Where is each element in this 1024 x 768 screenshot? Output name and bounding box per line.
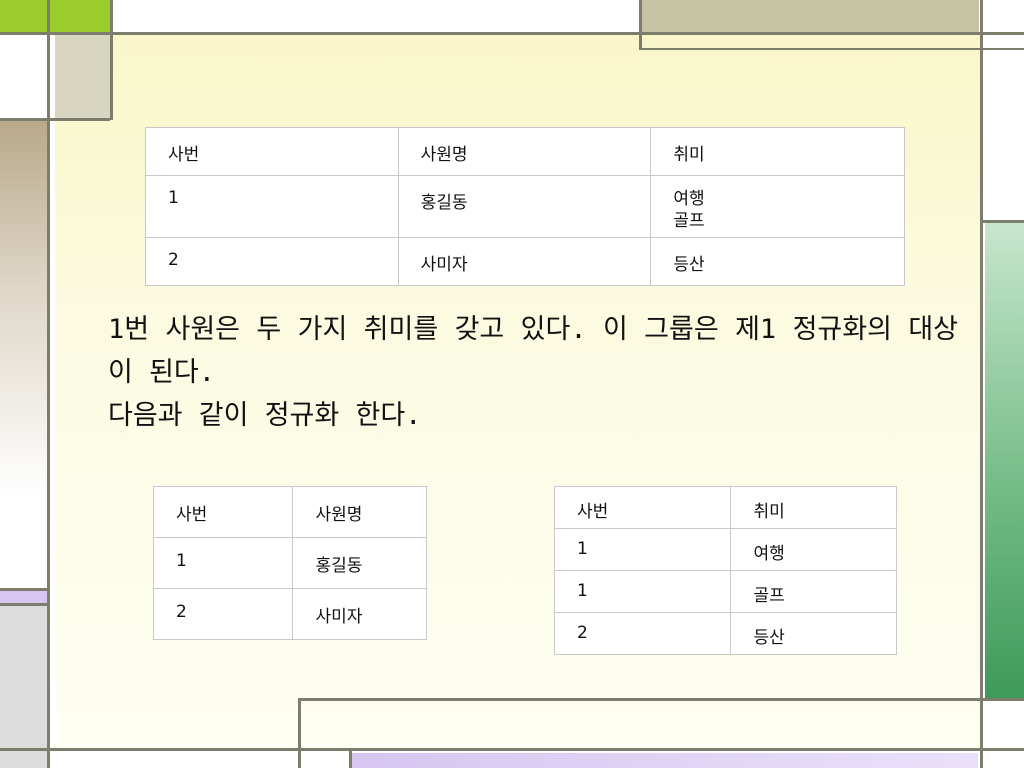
employee-table: 사번 사원명 1 홍길동 2 사미자 xyxy=(152,486,427,640)
table-cell: 1 xyxy=(553,570,732,613)
table-row: 1 홍길동 여행 골프 xyxy=(145,175,905,238)
frame-line-top xyxy=(0,32,1024,35)
header-cell: 사번 xyxy=(145,127,399,176)
header-cell: 사번 xyxy=(152,486,294,538)
table-cell: 2 xyxy=(145,237,399,286)
header-cell: 사원명 xyxy=(292,486,427,538)
paragraph-normalization-note: 1번 사원은 두 가지 취미를 갖고 있다. 이 그룹은 제1 정규화의 대상이… xyxy=(108,314,958,388)
bottom-lavender-bar xyxy=(352,753,978,768)
table-row: 1 홍길동 xyxy=(152,537,427,589)
table-header-row: 사번 사원명 취미 xyxy=(145,127,905,176)
table-row: 1 여행 xyxy=(553,528,897,571)
header-cell: 사원명 xyxy=(397,127,652,176)
frame-line-bottom-left xyxy=(298,698,301,768)
frame-line-right-mid xyxy=(980,220,1024,223)
frame-line-left-b xyxy=(0,588,50,591)
top-olive-block xyxy=(641,0,979,32)
table-row: 2 등산 xyxy=(553,612,897,655)
frame-line-right xyxy=(980,0,983,768)
header-cell: 사번 xyxy=(553,486,732,529)
left-olive-block xyxy=(55,35,110,118)
table-row: 1 골프 xyxy=(553,570,897,613)
frame-line-bottom xyxy=(0,748,1024,751)
table-cell: 골프 xyxy=(730,570,897,613)
employee-hobby-table: 사번 사원명 취미 1 홍길동 여행 골프 2 사미자 등산 xyxy=(145,127,905,286)
table-cell: 2 xyxy=(553,612,732,655)
paragraph-normalization-step: 다음과 같이 정규화 한다. xyxy=(108,400,422,431)
right-green-bar xyxy=(985,222,1024,698)
table-row: 2 사미자 xyxy=(152,588,427,640)
table-cell: 홍길동 xyxy=(292,537,427,589)
frame-line-top-olive xyxy=(639,0,642,50)
hobby-table: 사번 취미 1 여행 1 골프 2 등산 xyxy=(553,486,897,655)
frame-line-bottom-mid xyxy=(298,698,1024,701)
table-row: 2 사미자 등산 xyxy=(145,237,905,286)
frame-line-left-c xyxy=(0,603,50,606)
table-cell: 사미자 xyxy=(292,588,427,640)
left-bottom-gray-bar xyxy=(0,604,47,768)
table-cell: 등산 xyxy=(730,612,897,655)
table-cell: 1 xyxy=(145,175,399,238)
frame-line-left-inner xyxy=(110,0,113,120)
table-cell: 여행 골프 xyxy=(650,175,905,238)
header-cell: 취미 xyxy=(730,486,897,529)
table-header-row: 사번 사원명 xyxy=(152,486,427,538)
table-header-row: 사번 취미 xyxy=(553,486,897,529)
table-cell: 여행 xyxy=(730,528,897,571)
frame-line-left xyxy=(47,0,50,768)
frame-line-top-right xyxy=(641,48,1024,50)
table-cell: 1 xyxy=(553,528,732,571)
left-tan-bar xyxy=(0,118,47,590)
table-cell: 1 xyxy=(152,537,294,589)
table-cell: 2 xyxy=(152,588,294,640)
table-cell: 홍길동 xyxy=(397,175,652,238)
table-cell: 등산 xyxy=(650,237,905,286)
left-lavender-strip xyxy=(0,590,47,604)
header-cell: 취미 xyxy=(650,127,905,176)
top-left-green-block xyxy=(0,0,110,32)
table-cell: 사미자 xyxy=(397,237,652,286)
frame-line-bottom-inner xyxy=(349,748,352,768)
body-text: 1번 사원은 두 가지 취미를 갖고 있다. 이 그룹은 제1 정규화의 대상이… xyxy=(108,308,958,437)
frame-line-left-a xyxy=(0,118,110,121)
